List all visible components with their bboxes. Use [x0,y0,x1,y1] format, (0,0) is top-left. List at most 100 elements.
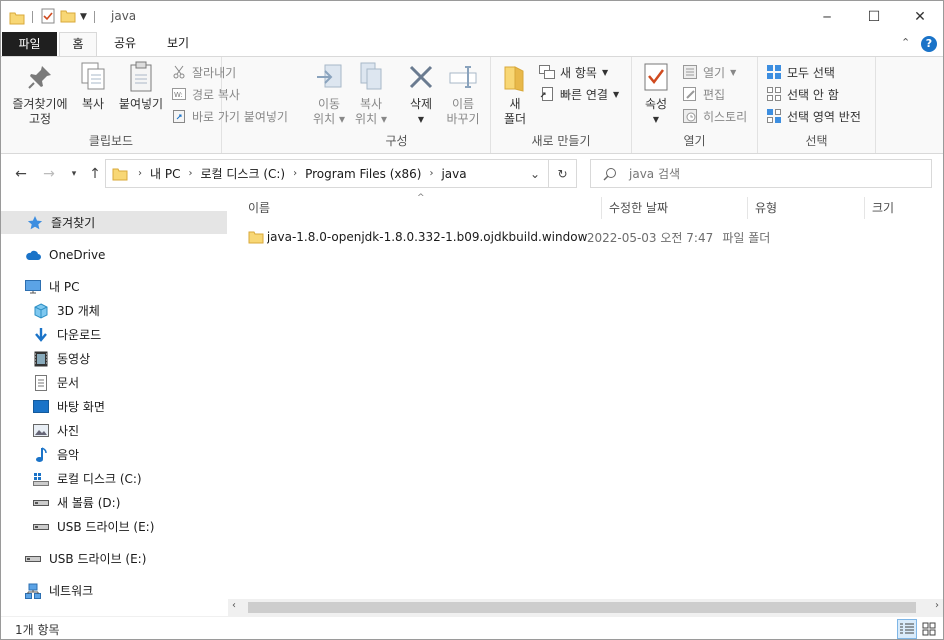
column-header-name[interactable]: 이름 [241,197,601,221]
new-item-dropdown-icon: ▼ [601,67,609,77]
scroll-left-icon[interactable]: ‹ [232,600,236,611]
tab-view[interactable]: 보기 [158,32,198,56]
sidebar-item-local-disk[interactable]: 로컬 디스크 (C:) [33,467,142,490]
maximize-button[interactable]: ☐ [851,1,897,32]
tab-file[interactable]: 파일 [2,32,57,56]
close-button[interactable]: ✕ [897,1,943,32]
copy-path-button[interactable]: W: 경로 복사 [171,84,240,104]
column-header-modified[interactable]: 수정한 날짜 [602,197,747,221]
breadcrumb-local-disk[interactable]: 로컬 디스크 (C:) [200,165,285,182]
tab-share[interactable]: 공유 [105,32,145,56]
minimize-button[interactable]: ─ [804,1,850,32]
easy-access-icon [539,86,555,102]
breadcrumb-java[interactable]: java [441,167,466,181]
sidebar-item-pictures[interactable]: 사진 [33,419,79,442]
sidebar-item-usb-drive[interactable]: USB 드라이브 (E:) [25,547,146,570]
breadcrumb-separator-icon[interactable]: › [429,168,433,179]
sidebar-item-videos[interactable]: 동영상 [33,347,90,370]
sidebar-item-quick-access[interactable]: 즐겨찾기 [1,211,227,234]
breadcrumb-separator-icon[interactable]: › [138,168,142,179]
open-group: 속성 ▼ 열기 ▼ 편집 히스토리 열기 [632,57,758,153]
help-icon[interactable]: ? [921,36,937,52]
breadcrumb-separator-icon[interactable]: › [293,168,297,179]
sidebar-item-desktop[interactable]: 바탕 화면 [33,395,105,418]
history-icon [682,108,698,124]
refresh-icon[interactable]: ↻ [549,159,577,188]
properties-dropdown-icon[interactable]: ▼ [636,112,676,127]
ribbon-tabs: 파일 홈 공유 보기 ⌃ ? [1,32,943,57]
open-button[interactable]: 열기 ▼ [682,62,736,82]
tab-home[interactable]: 홈 [59,32,97,57]
copy-to-button[interactable]: 복사 위치 ▾ [351,61,391,127]
sidebar-item-downloads[interactable]: 다운로드 [33,323,101,346]
sidebar-item-3d-objects[interactable]: 3D 개체 [33,299,100,322]
copy-button[interactable]: 복사 [75,61,111,112]
horizontal-scrollbar[interactable]: ‹ › [228,599,943,616]
select-all-button[interactable]: 모두 선택 [766,62,835,82]
large-icons-view-icon[interactable] [919,619,939,639]
folder-icon [248,230,267,244]
search-icon [603,167,617,181]
select-none-button[interactable]: 선택 안 함 [766,84,839,104]
cube-3d-icon [33,302,49,319]
pin-quick-access-button[interactable]: 즐겨찾기에 고정 [7,61,73,127]
desktop-icon [33,399,49,415]
sidebar-item-documents[interactable]: 문서 [33,371,79,394]
back-arrow-icon[interactable]: ← [10,163,32,185]
up-arrow-icon[interactable]: ↑ [84,163,106,185]
sidebar-item-new-volume[interactable]: 새 볼륨 (D:) [33,491,120,514]
paste-button[interactable]: 붙여넣기 [115,61,167,112]
table-row[interactable]: java-1.8.0-openjdk-1.8.0.332-1.b09.ojdkb… [248,226,888,248]
breadcrumb-program-files[interactable]: Program Files (x86) [305,167,421,181]
breadcrumb-this-pc[interactable]: 내 PC [150,165,180,182]
edit-button[interactable]: 편집 [682,84,725,104]
move-to-icon [313,61,345,93]
cut-button[interactable]: 잘라내기 [171,62,236,82]
sidebar-item-this-pc[interactable]: 내 PC [25,275,79,298]
new-item-button[interactable]: 새 항목 ▼ [539,62,608,82]
sidebar-item-music[interactable]: 음악 [33,443,79,466]
paste-shortcut-button[interactable]: 바로 가기 붙여넣기 [171,106,288,126]
customize-dropdown-icon[interactable]: ▼ [80,12,87,22]
sidebar-item-label: OneDrive [49,247,106,262]
rename-button[interactable]: 이름 바꾸기 [441,61,485,127]
collapse-ribbon-icon[interactable]: ⌃ [901,36,910,49]
scrollbar-thumb[interactable] [248,602,916,613]
details-view-icon[interactable] [897,619,917,639]
easy-access-button[interactable]: 빠른 연결 ▼ [539,84,619,104]
forward-arrow-icon[interactable]: → [38,163,60,185]
select-all-icon [766,64,782,80]
sidebar-item-usb-drive-sub[interactable]: USB 드라이브 (E:) [33,515,154,538]
new-folder-icon[interactable] [60,8,76,27]
move-to-button[interactable]: 이동 위치 ▾ [309,61,349,127]
svg-text:W:: W: [174,91,183,99]
invert-selection-button[interactable]: 선택 영역 반전 [766,106,861,126]
usb-drive-icon [33,519,49,535]
search-placeholder: java 검색 [629,167,681,181]
address-dropdown-icon[interactable]: ⌄ [522,160,548,187]
sidebar-item-network[interactable]: 네트워크 [25,579,93,602]
delete-dropdown-icon[interactable]: ▼ [403,112,439,127]
history-button[interactable]: 히스토리 [682,106,747,126]
breadcrumb-separator-icon[interactable]: › [188,168,192,179]
sidebar-item-label: 새 볼륨 (D:) [57,496,121,510]
sidebar-item-onedrive[interactable]: OneDrive [25,243,105,266]
column-header-size[interactable]: 크기 [865,197,943,221]
pin-icon [24,61,56,93]
recent-locations-chevron-icon[interactable]: ▾ [63,163,85,185]
properties-button[interactable]: 속성 ▼ [636,61,676,127]
folder-icon[interactable] [9,10,25,25]
properties-check-icon[interactable] [40,8,56,27]
address-bar[interactable]: › 내 PC › 로컬 디스크 (C:) › Program Files (x8… [105,159,549,188]
column-header-type[interactable]: 유형 [748,197,864,221]
invert-selection-icon [766,108,782,124]
invert-selection-label: 선택 영역 반전 [787,109,861,124]
scroll-right-icon[interactable]: › [935,600,939,611]
open-group-label: 열기 [683,134,706,148]
delete-button[interactable]: 삭제 ▼ [403,61,439,127]
copy-path-icon: W: [171,86,187,102]
select-none-label: 선택 안 함 [787,87,839,102]
search-box[interactable]: java 검색 [590,159,932,188]
clipboard-group: 즐겨찾기에 고정 복사 붙여넣기 잘라내기 W: 경로 복사 바로 가기 붙여넣… [1,57,288,153]
new-folder-button[interactable]: 새 폴더 [495,61,535,127]
